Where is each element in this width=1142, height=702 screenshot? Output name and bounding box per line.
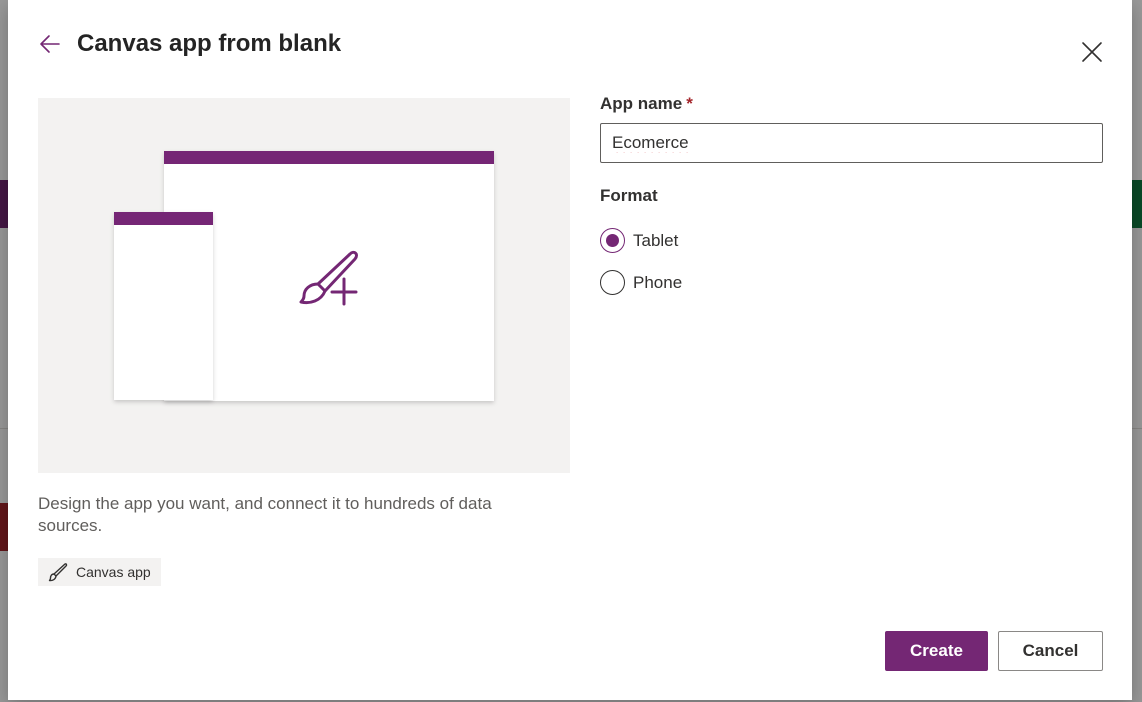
app-name-label-text: App name bbox=[600, 94, 683, 113]
phone-label: Phone bbox=[633, 272, 683, 292]
close-icon bbox=[1082, 42, 1102, 62]
tag-label: Canvas app bbox=[76, 564, 151, 580]
tablet-mockup bbox=[164, 151, 494, 401]
cancel-button[interactable]: Cancel bbox=[998, 631, 1103, 671]
dialog-description: Design the app you want, and connect it … bbox=[38, 494, 492, 535]
tablet-radio[interactable] bbox=[600, 228, 625, 253]
radio-selected-dot bbox=[606, 234, 619, 247]
dialog-title: Canvas app from blank bbox=[77, 30, 342, 57]
create-app-dialog: Canvas app from blank Design the app you… bbox=[8, 0, 1132, 700]
app-name-label: App name * bbox=[600, 94, 693, 114]
preview-artwork bbox=[114, 151, 494, 401]
phone-radio[interactable] bbox=[600, 270, 625, 295]
create-button[interactable]: Create bbox=[885, 631, 988, 671]
back-button[interactable] bbox=[36, 30, 64, 58]
app-name-input[interactable] bbox=[600, 123, 1103, 163]
phone-mockup bbox=[114, 212, 213, 400]
format-option-tablet[interactable]: Tablet bbox=[600, 228, 678, 253]
tablet-label: Tablet bbox=[633, 230, 679, 250]
canvas-app-tag: Canvas app bbox=[38, 558, 161, 586]
app-preview-illustration bbox=[38, 98, 570, 473]
arrow-left-icon bbox=[40, 35, 60, 53]
paintbrush-icon bbox=[48, 563, 68, 582]
close-button[interactable] bbox=[1078, 38, 1106, 66]
format-option-phone[interactable]: Phone bbox=[600, 270, 682, 295]
format-label: Format bbox=[600, 186, 658, 205]
required-indicator: * bbox=[686, 94, 693, 113]
